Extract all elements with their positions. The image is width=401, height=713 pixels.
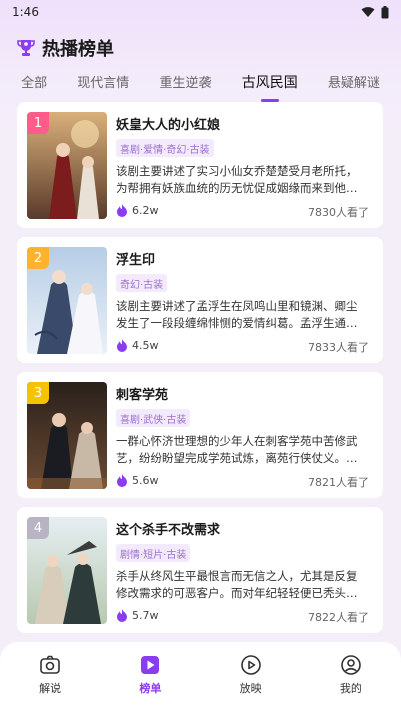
like-count: 5.6w <box>116 474 159 487</box>
category-tabs: 全部 现代言情 重生逆袭 古风民国 悬疑解谜 <box>0 70 401 96</box>
list-item[interactable]: 2 浮生印 奇幻·古装 该剧主要讲述了孟浮生在凤鸣山里和镜渊、卿尘发生了一段段缠… <box>17 237 383 363</box>
tab-mystery[interactable]: 悬疑解谜 <box>324 70 384 96</box>
bottom-nav: 解说 榜单 放映 我的 <box>0 642 401 713</box>
drama-title: 浮生印 <box>116 253 156 268</box>
cover-image: 4 <box>27 517 107 624</box>
drama-description: 杀手从终风生平最恨言而无信之人，尤其是反复修改需求的可恶客户。而对年纪轻轻便已秃… <box>116 569 358 600</box>
nav-label: 解说 <box>39 682 62 695</box>
view-count: 7821人看了 <box>308 476 369 489</box>
likes-value: 5.6w <box>132 474 159 487</box>
drama-title: 妖皇大人的小红娘 <box>116 118 221 133</box>
genre-tags: 喜剧·武侠·古装 <box>116 409 191 427</box>
cover-image: 1 <box>27 112 107 219</box>
drama-description: 该剧主要讲述了实习小仙女乔楚楚受月老所托，为帮拥有妖族血统的历无忧促成姻缘而来到… <box>116 164 358 195</box>
drama-description: 一群心怀济世理想的少年人在刺客学苑中苦修武艺，纷纷盼望完成学苑试炼，离苑行侠仗义… <box>116 434 358 465</box>
like-count: 6.2w <box>116 204 159 217</box>
camera-icon <box>40 655 60 674</box>
fire-icon <box>117 474 127 487</box>
tab-modern-romance[interactable]: 现代言情 <box>73 70 133 96</box>
nav-item-play[interactable]: 放映 <box>211 654 291 713</box>
likes-value: 4.5w <box>132 339 159 352</box>
fire-icon <box>117 339 127 352</box>
likes-value: 6.2w <box>132 204 159 217</box>
genre-tags: 喜剧·爱情·奇幻·古装 <box>116 139 214 157</box>
wifi-icon <box>361 7 375 17</box>
view-count: 7830人看了 <box>308 206 369 219</box>
battery-icon <box>381 5 389 18</box>
rank-badge: 4 <box>27 517 49 539</box>
fire-icon <box>117 609 127 622</box>
likes-value: 5.7w <box>132 609 159 622</box>
nav-label: 我的 <box>339 682 362 695</box>
nav-item-explain[interactable]: 解说 <box>10 654 90 713</box>
list-item[interactable]: 1 妖皇大人的小红娘 喜剧·爱情·奇幻·古装 该剧主要讲述了实习小仙女乔楚楚受月… <box>17 102 383 228</box>
status-icons <box>361 5 389 19</box>
nav-label: 放映 <box>239 682 262 695</box>
fire-icon <box>117 204 127 217</box>
cover-image: 2 <box>27 247 107 354</box>
list-item[interactable]: 4 这个杀手不改需求 剧情·短片·古装 杀手从终风生平最恨言而无信之人，尤其是反… <box>17 507 383 633</box>
rank-badge: 1 <box>27 112 49 134</box>
status-bar: 1:46 <box>0 0 401 24</box>
rank-icon <box>141 656 160 674</box>
tab-all[interactable]: 全部 <box>17 70 51 96</box>
drama-title: 这个杀手不改需求 <box>116 523 221 538</box>
tab-ancient-republic[interactable]: 古风民国 <box>238 70 302 96</box>
list-item[interactable]: 3 刺客学苑 喜剧·武侠·古装 一群心怀济世理想的少年人在刺客学苑中苦修武艺，纷… <box>17 372 383 498</box>
page-title: 热播榜单 <box>42 39 114 60</box>
view-count: 7822人看了 <box>308 611 369 624</box>
user-icon <box>341 655 361 675</box>
page-header: 热播榜单 <box>16 36 114 60</box>
view-count: 7833人看了 <box>308 341 369 354</box>
drama-title: 刺客学苑 <box>116 388 169 403</box>
rank-badge: 2 <box>27 247 49 269</box>
status-time: 1:46 <box>12 5 39 19</box>
tab-rebirth[interactable]: 重生逆袭 <box>156 70 216 96</box>
like-count: 5.7w <box>116 609 159 622</box>
rank-badge: 3 <box>27 382 49 404</box>
genre-tags: 奇幻·古装 <box>116 274 168 292</box>
play-icon <box>240 655 261 675</box>
nav-item-ranking[interactable]: 榜单 <box>110 654 190 713</box>
like-count: 4.5w <box>116 339 159 352</box>
nav-label: 榜单 <box>139 682 162 695</box>
cover-image: 3 <box>27 382 107 489</box>
nav-item-mine[interactable]: 我的 <box>311 654 391 713</box>
trophy-icon <box>17 40 35 56</box>
genre-tags: 剧情·短片·古装 <box>116 544 191 562</box>
drama-description: 该剧主要讲述了孟浮生在凤鸣山里和镜渊、卿尘发生了一段段缠绵悱恻的爱情纠葛。孟浮生… <box>116 299 358 330</box>
